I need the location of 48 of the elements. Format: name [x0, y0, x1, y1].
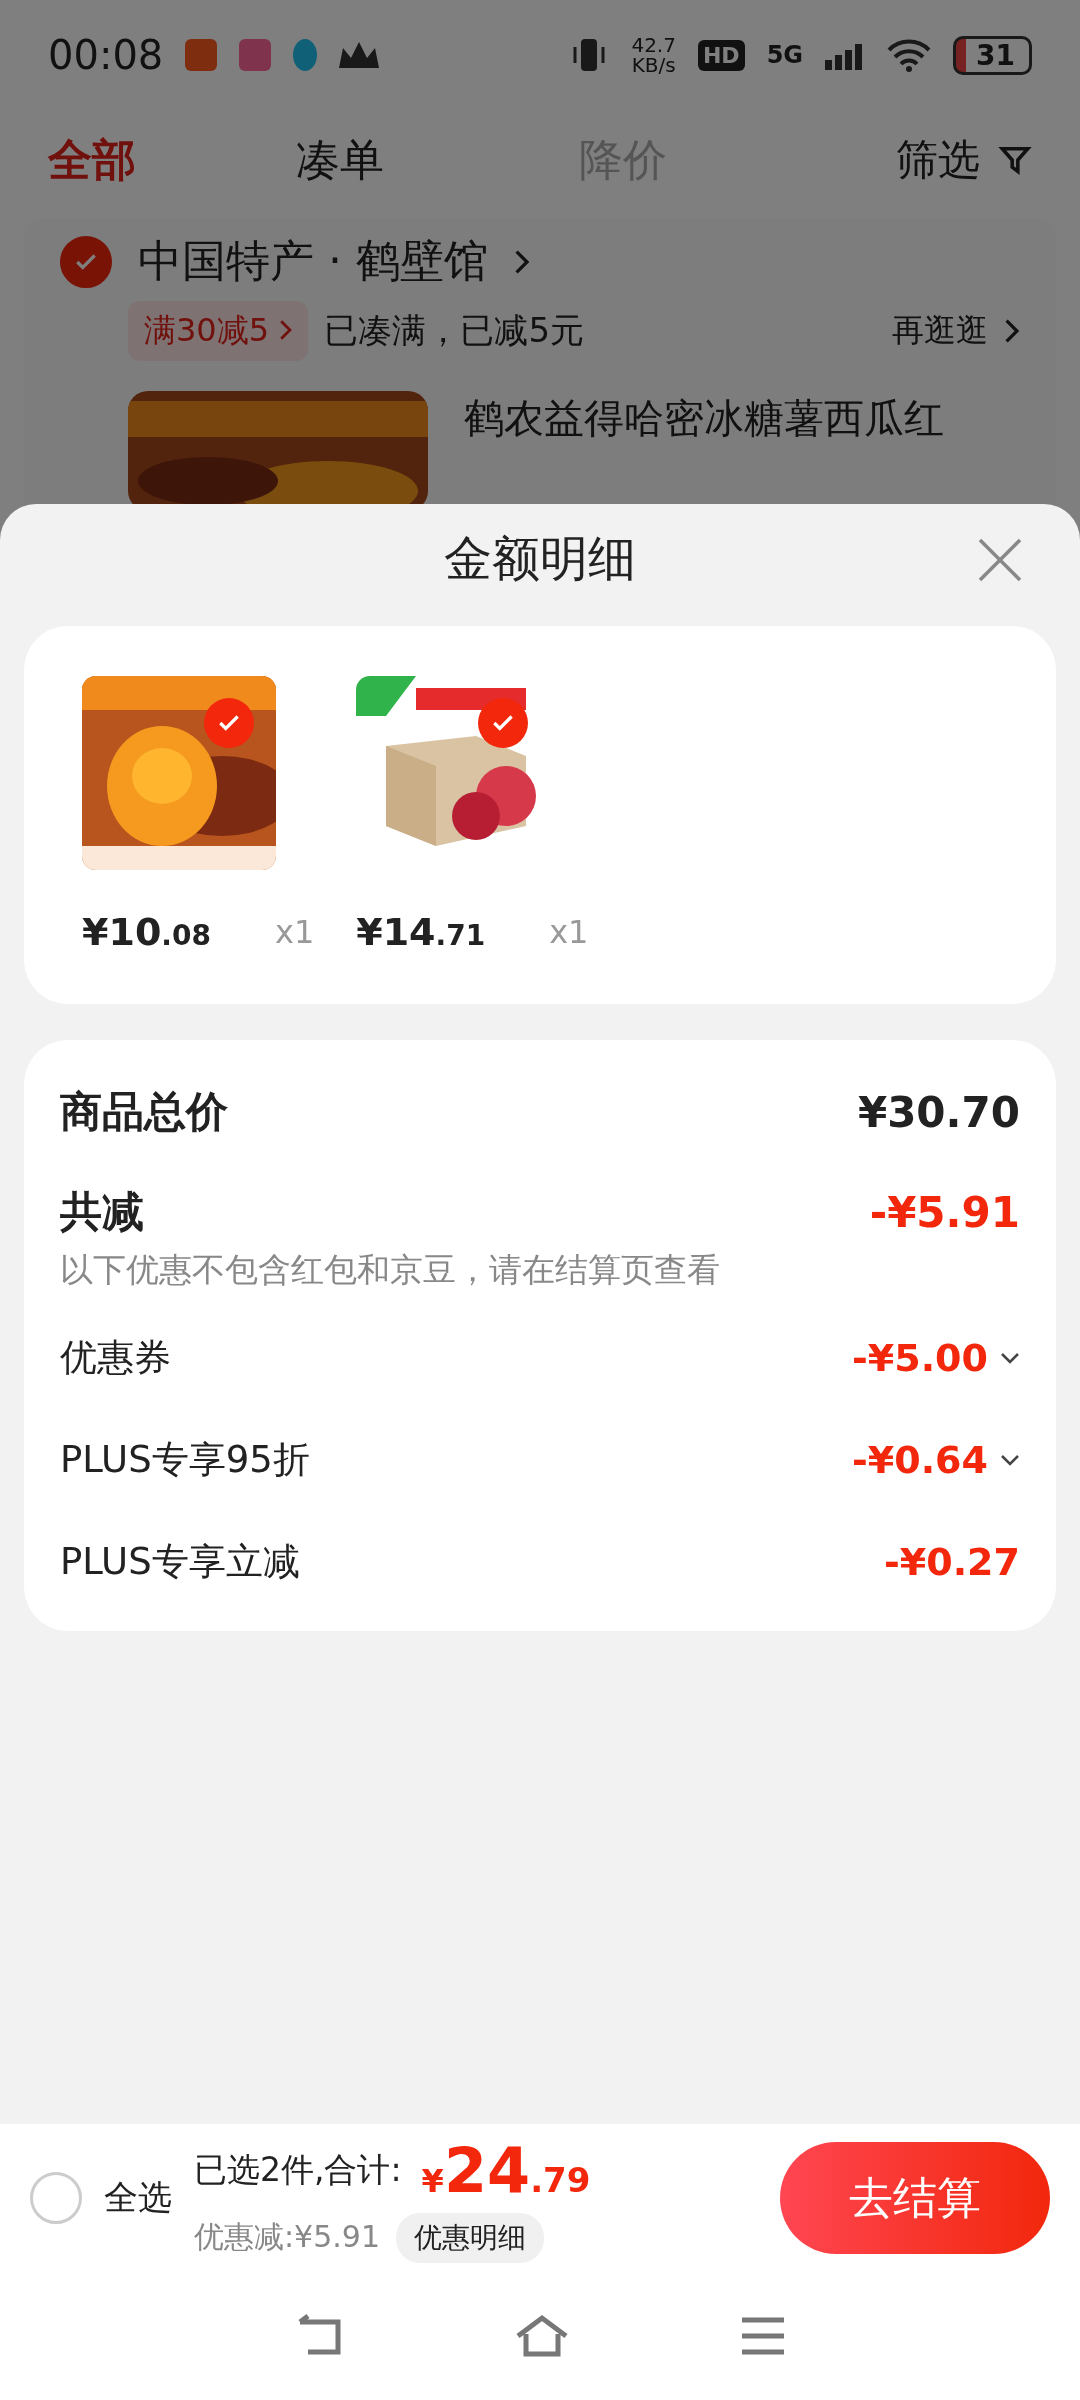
app-icon	[239, 39, 272, 71]
item-price: ¥14.71	[356, 910, 486, 954]
promo-text: 已凑满，已减5元	[324, 309, 585, 352]
total-label: 商品总价	[60, 1086, 228, 1138]
chevron-icon	[513, 248, 530, 275]
clock: 00:08	[48, 32, 164, 78]
item-price: ¥10.08	[82, 910, 211, 954]
discount-detail-button[interactable]: 优惠明细	[396, 2212, 544, 2263]
discount-row-value: -¥5.00	[852, 1336, 988, 1380]
app-icon	[185, 39, 218, 71]
home-icon[interactable]	[514, 2314, 570, 2358]
discount-value: -¥5.91	[869, 1187, 1020, 1237]
penguin-icon	[293, 39, 318, 71]
checkbox[interactable]	[60, 235, 112, 288]
tab[interactable]: 全部	[48, 130, 136, 190]
select-all-radio[interactable]	[30, 2172, 82, 2224]
chevron-icon	[279, 319, 293, 341]
chevron-icon	[1004, 318, 1020, 344]
filter-button[interactable]: 筛选	[896, 132, 980, 188]
discount-row-value: -¥0.27	[884, 1540, 1020, 1584]
total-amount: ¥24.79	[421, 2133, 591, 2207]
wifi-icon	[887, 38, 932, 72]
chevron-down-icon[interactable]	[1000, 1352, 1020, 1364]
menu-icon[interactable]	[740, 2316, 786, 2356]
item-quantity: x1	[549, 913, 589, 951]
crown-icon	[339, 42, 380, 68]
network-type: 5G	[766, 41, 804, 69]
product-title[interactable]: 鹤农益得哈密冰糖薯西瓜红	[464, 391, 944, 446]
item-quantity: x1	[274, 913, 315, 951]
discount-row-label: PLUS专享立减	[60, 1539, 300, 1585]
discount-label: 共减	[60, 1186, 144, 1238]
checkout-button[interactable]: 去结算	[780, 2142, 1050, 2254]
network-speed: 42.7 KB/s	[631, 35, 676, 75]
total-value: ¥30.70	[857, 1087, 1020, 1137]
sheet-title: 金额明细	[444, 529, 636, 588]
more-link[interactable]: 再逛逛	[892, 309, 989, 353]
discount-note: 以下优惠不包含红包和京豆，请在结算页查看	[60, 1249, 721, 1291]
tab[interactable]: 凑单	[296, 130, 384, 190]
select-all-label[interactable]: 全选	[104, 2175, 172, 2221]
discount-row-label: 优惠券	[60, 1335, 171, 1381]
discount-row-label: PLUS专享95折	[60, 1437, 310, 1483]
hd-badge: HD	[697, 39, 745, 71]
selected-summary: 已选2件,合计:	[194, 2148, 402, 2191]
store-name[interactable]: 中国特产 · 鹤壁馆	[138, 232, 488, 291]
saved-amount: 优惠减:¥5.91	[194, 2218, 380, 2256]
chevron-down-icon[interactable]	[1000, 1454, 1020, 1466]
promo-tag[interactable]: 满30减5	[128, 301, 309, 361]
discount-row-value: -¥0.64	[852, 1438, 988, 1482]
